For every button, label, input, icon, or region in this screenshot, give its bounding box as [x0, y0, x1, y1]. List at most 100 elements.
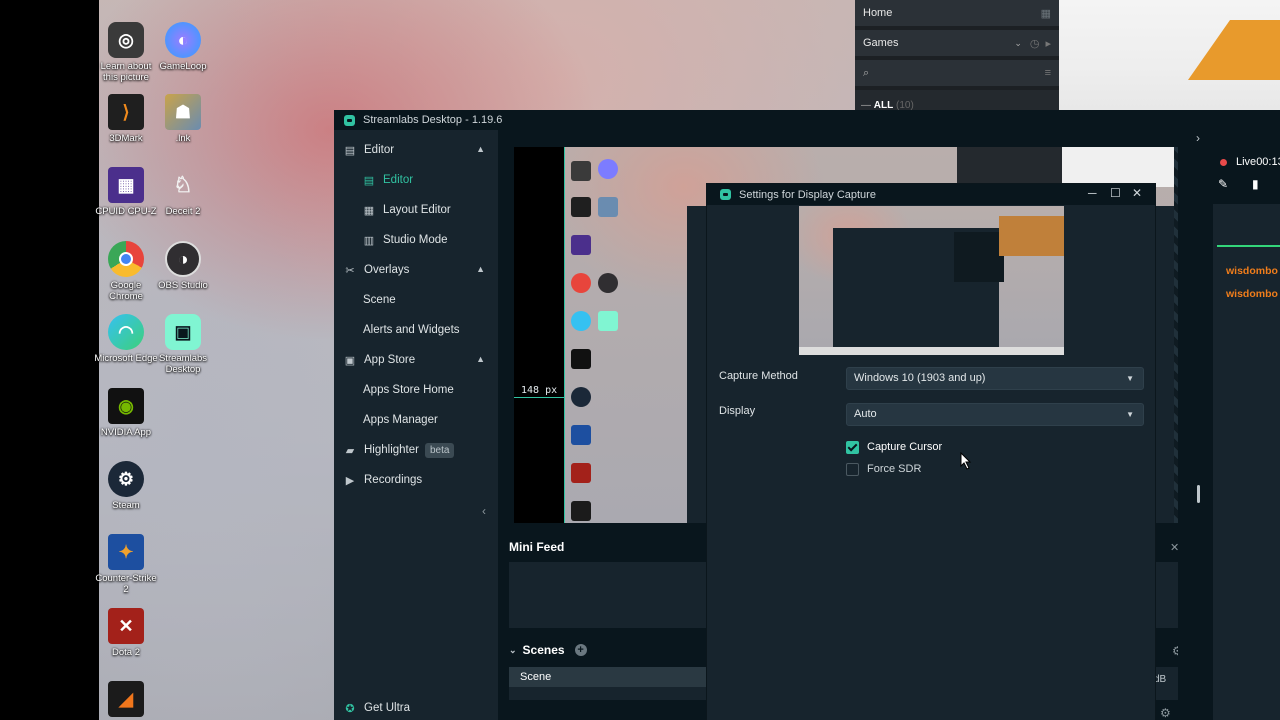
force-sdr-checkbox[interactable] [846, 463, 859, 476]
dota-icon: ✕ [108, 608, 144, 644]
editor-icon: ▤ [344, 144, 356, 157]
preview-gameloop-icon [598, 159, 618, 179]
capture-preview [799, 206, 1064, 355]
close-icon[interactable]: ✕ [1132, 186, 1142, 200]
nav-group-overlays[interactable]: ✂ Overlays ▲ [334, 256, 498, 284]
capture-method-select[interactable]: Windows 10 (1903 and up) ▼ [846, 367, 1144, 390]
force-sdr-label: Force SDR [867, 463, 922, 475]
desktop-icon-nvidia[interactable]: ◉ NVIDIA App [93, 388, 159, 438]
preview-learn-icon [571, 161, 591, 181]
preview-edge-icon [571, 311, 591, 331]
desktop-icon-arrow-app[interactable]: ◢ [93, 681, 159, 720]
mini-feed-title: Mini Feed [509, 540, 565, 554]
preview-chrome-icon [571, 273, 591, 293]
banner-stripe [1187, 20, 1280, 80]
search-icon: ⌕ [863, 66, 870, 79]
chevron-down-icon: ⌄ [1014, 37, 1022, 48]
nav-item-studio-mode[interactable]: ▥ Studio Mode [334, 226, 498, 254]
beta-badge: beta [424, 442, 455, 458]
chevron-up-icon: ▲ [476, 264, 485, 274]
desktop-icon-deceit[interactable]: ♘ Deceit 2 [150, 167, 216, 217]
chevron-down-icon: ▼ [1126, 410, 1134, 419]
mouse-cursor-icon [960, 452, 972, 470]
nav-item-alerts-widgets[interactable]: Alerts and Widgets [334, 316, 498, 344]
nav-item-apps-store-home[interactable]: Apps Store Home [334, 376, 498, 404]
nav-item-recordings[interactable]: ▶ Recordings [334, 466, 498, 494]
display-select[interactable]: Auto ▼ [846, 403, 1144, 426]
add-scene-icon[interactable]: + [574, 644, 587, 656]
desktop-icon-dota[interactable]: ✕ Dota 2 [93, 608, 159, 658]
desktop-icon-counterstrike[interactable]: ✦ Counter-Strike 2 [93, 534, 159, 595]
preview-launcher [957, 147, 1063, 187]
screen-black-border [0, 0, 99, 720]
capture-cursor-checkbox[interactable] [846, 441, 859, 454]
chat-username[interactable]: wisdombo [1226, 265, 1278, 277]
preview-lnk-icon [598, 197, 618, 217]
ultra-icon: ✪ [345, 702, 355, 715]
nav-item-highlighter[interactable]: ▰ Highlighter beta [334, 436, 498, 464]
counterstrike-icon: ✦ [108, 534, 144, 570]
scrollbar[interactable] [1197, 485, 1200, 503]
chevron-right-icon[interactable]: › [1196, 131, 1200, 145]
desktop-icon-streamlabs[interactable]: ▣ Streamlabs Desktop [150, 314, 216, 375]
collapse-sidebar-icon[interactable]: ‹ [482, 504, 486, 518]
desktop-icon-obs[interactable]: ◑ OBS Studio [150, 241, 216, 291]
preview-cpuz-icon [571, 235, 591, 255]
scene-list-item[interactable]: Scene [509, 667, 709, 687]
streamlabs-logo-icon [344, 114, 355, 126]
streamlabs-icon: ▣ [165, 314, 201, 350]
edit-icon[interactable]: ✎ [1218, 177, 1228, 191]
maximize-icon[interactable]: ☐ [1110, 186, 1121, 200]
nav-item-editor[interactable]: ▤ Editor [334, 166, 498, 194]
streamlabs-logo-icon [720, 189, 731, 200]
desktop-icon-steam[interactable]: ⚙ Steam [93, 461, 159, 511]
nav-group-editor[interactable]: ▤ Editor ▲ [334, 136, 498, 164]
gameloop-icon: ◐ [165, 22, 201, 58]
play-icon: ▸ [1045, 37, 1051, 50]
nav-item-layout-editor[interactable]: ▦ Layout Editor [334, 196, 498, 224]
obs-icon: ◑ [165, 241, 201, 277]
steam-icon: ⚙ [108, 461, 144, 497]
live-indicator-icon [1220, 159, 1227, 166]
desktop-icon-gameloop[interactable]: ◐ GameLoop [150, 22, 216, 72]
preview-streamlabs-icon [598, 311, 618, 331]
highlighter-icon: ▰ [345, 444, 355, 457]
3dmark-icon: ⟩ [108, 94, 144, 130]
nav-item-scene[interactable]: Scene [334, 286, 498, 314]
mixer-db-label: dB [1154, 674, 1167, 685]
streamlabs-titlebar: Streamlabs Desktop - 1.19.6 [334, 110, 1280, 130]
popout-icon[interactable]: ▮ [1252, 177, 1259, 191]
minimize-icon[interactable]: ─ [1088, 186, 1097, 200]
learn-picture-icon: ◎ [108, 22, 144, 58]
preview-selection-edge [564, 147, 565, 523]
preview-nvidia-icon [571, 349, 591, 369]
clock-icon: ◷ [1029, 37, 1040, 50]
nav-item-apps-manager[interactable]: Apps Manager [334, 406, 498, 434]
deceit-icon: ♘ [173, 172, 193, 197]
nvidia-icon: ◉ [108, 388, 144, 424]
chat-area [1213, 204, 1280, 720]
nav-group-app-store[interactable]: ▣ App Store ▲ [334, 346, 498, 374]
capture-cursor-label: Capture Cursor [867, 441, 943, 453]
desktop-icon-lnk[interactable]: ☗ .lnk [150, 94, 216, 144]
recordings-icon: ▶ [345, 474, 355, 487]
chevron-down-icon[interactable]: ⌄ [509, 645, 517, 656]
nav-item-get-ultra[interactable]: ✪ Get Ultra [334, 694, 498, 720]
launcher-games-row[interactable]: Games ⌄ ◷ ▸ [855, 30, 1059, 60]
preview-obs-icon [598, 273, 618, 293]
studio-mode-icon: ▥ [363, 234, 375, 247]
chrome-icon [108, 241, 144, 277]
chat-username[interactable]: wisdombo [1226, 288, 1278, 300]
streamlabs-sidebar: ▤ Editor ▲ ▤ Editor ▦ Layout Editor ▥ St… [334, 130, 498, 720]
capture-method-label: Capture Method [719, 370, 798, 382]
editor-active-icon: ▤ [363, 174, 375, 187]
launcher-home-row[interactable]: Home ▦ [855, 0, 1059, 30]
preview-dota-icon [571, 463, 591, 483]
display-label: Display [719, 405, 756, 417]
lnk-icon: ☗ [165, 94, 201, 130]
dialog-titlebar: Settings for Display Capture ─ ☐ ✕ [707, 184, 1155, 205]
chat-divider [1217, 245, 1280, 247]
mixer-settings-icon[interactable]: ⚙ [1160, 706, 1171, 720]
preview-steam-icon [571, 387, 591, 407]
launcher-search-row[interactable]: ⌕ ≡ [855, 60, 1059, 90]
